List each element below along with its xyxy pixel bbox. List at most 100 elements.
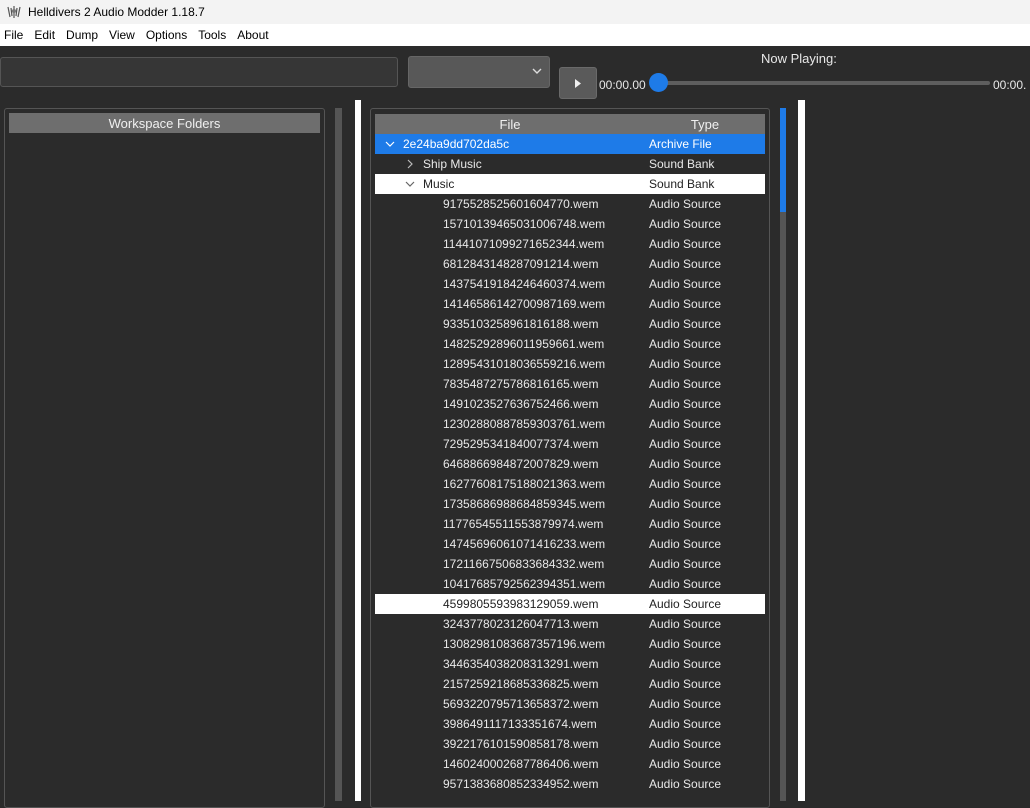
app-icon (7, 6, 21, 18)
tree-row[interactable]: 3243778023126047713.wem Audio Source (375, 614, 765, 634)
row-file-name: 11776545511553879974.wem (443, 517, 604, 531)
row-type: Audio Source (649, 437, 722, 451)
tree-row[interactable]: 17358686988684859345.wem Audio Source (375, 494, 765, 514)
tree-row[interactable]: 7835487275786816165.wem Audio Source (375, 374, 765, 394)
workspace-panel: Workspace Folders (4, 108, 325, 808)
splitter[interactable] (355, 100, 361, 801)
row-type: Audio Source (649, 297, 722, 311)
row-type: Sound Bank (649, 157, 715, 171)
tree-row[interactable]: 16277608175188021363.wem Audio Source (375, 474, 765, 494)
tree-row[interactable]: 11776545511553879974.wem Audio Source (375, 514, 765, 534)
row-file-name: 12895431018036559216.wem (443, 357, 606, 371)
row-type: Audio Source (649, 617, 722, 631)
tree-row[interactable]: 14745696061071416233.wem Audio Source (375, 534, 765, 554)
seek-slider-track[interactable] (658, 81, 990, 85)
row-type: Audio Source (649, 397, 722, 411)
tree-row[interactable]: 6812843148287091214.wem Audio Source (375, 254, 765, 274)
chevron-down-icon[interactable] (405, 179, 415, 189)
tree-row[interactable]: 1491023527636752466.wem Audio Source (375, 394, 765, 414)
row-type: Archive File (649, 137, 712, 151)
tree-row[interactable]: 3986491117133351674.wem Audio Source (375, 714, 765, 734)
right-splitter[interactable] (798, 100, 805, 801)
menu-options[interactable]: Options (142, 28, 194, 42)
play-button[interactable] (559, 67, 597, 99)
row-type: Audio Source (649, 637, 722, 651)
row-type: Audio Source (649, 657, 722, 671)
toolbar: Now Playing: 00:00.00 00:00. (0, 46, 1030, 100)
menu-file[interactable]: File (0, 28, 30, 42)
tree-row[interactable]: 17211667506833684332.wem Audio Source (375, 554, 765, 574)
tree-scrollbar-thumb[interactable] (780, 108, 786, 212)
row-file-name: 3922176101590858178.wem (443, 737, 599, 751)
row-file-name: 2e24ba9dd702da5c (403, 137, 510, 151)
row-type: Audio Source (649, 417, 722, 431)
row-type: Sound Bank (649, 177, 715, 191)
time-total: 00:00. (993, 78, 1027, 92)
row-type: Audio Source (649, 697, 722, 711)
search-input[interactable] (0, 57, 398, 87)
row-file-name: 5693220795713658372.wem (443, 697, 599, 711)
row-file-name: 16277608175188021363.wem (443, 477, 606, 491)
row-file-name: 1491023527636752466.wem (443, 397, 599, 411)
tree-row[interactable]: 13082981083687357196.wem Audio Source (375, 634, 765, 654)
chevron-down-icon[interactable] (385, 139, 395, 149)
row-type: Audio Source (649, 477, 722, 491)
column-type[interactable]: Type (645, 114, 765, 134)
menu-about[interactable]: About (233, 28, 275, 42)
chevron-right-icon[interactable] (405, 159, 415, 169)
row-file-name: 7835487275786816165.wem (443, 377, 599, 391)
row-type: Audio Source (649, 757, 722, 771)
row-file-name: 2157259218685336825.wem (443, 677, 599, 691)
row-type: Audio Source (649, 237, 722, 251)
tree-row[interactable]: 12895431018036559216.wem Audio Source (375, 354, 765, 374)
row-file-name: 13082981083687357196.wem (443, 637, 606, 651)
tree-row[interactable]: 3922176101590858178.wem Audio Source (375, 734, 765, 754)
row-type: Audio Source (649, 497, 722, 511)
tree-row[interactable]: Ship Music Sound Bank (375, 154, 765, 174)
tree-row[interactable]: 2157259218685336825.wem Audio Source (375, 674, 765, 694)
row-type: Audio Source (649, 717, 722, 731)
row-file-name: 17211667506833684332.wem (443, 557, 605, 571)
menu-dump[interactable]: Dump (62, 28, 105, 42)
tree-row[interactable]: 11441071099271652344.wem Audio Source (375, 234, 765, 254)
workspace-header: Workspace Folders (9, 113, 320, 133)
play-icon (575, 78, 581, 88)
seek-slider-thumb[interactable] (649, 73, 668, 92)
tree-row[interactable]: 2e24ba9dd702da5c Archive File (375, 134, 765, 154)
tree-row[interactable]: 14602400026877864​06.wem Audio Source (375, 754, 765, 774)
row-file-name: 11441071099271652344.wem (443, 237, 605, 251)
row-file-name: 10417685792562394351.wem (443, 577, 606, 591)
tree-row[interactable]: 14375419184246460374.wem Audio Source (375, 274, 765, 294)
row-file-name: 12302880887859303761.wem (443, 417, 606, 431)
tree-row[interactable]: 15710139465031006748.wem Audio Source (375, 214, 765, 234)
tree-row[interactable]: 10417685792562394351.wem Audio Source (375, 574, 765, 594)
row-type: Audio Source (649, 677, 722, 691)
tree-row[interactable]: Music Sound Bank (375, 174, 765, 194)
tree-row[interactable]: 14825292896011959661.wem Audio Source (375, 334, 765, 354)
archive-combo[interactable] (408, 56, 550, 88)
workspace-scrollbar[interactable] (335, 108, 342, 801)
menu-view[interactable]: View (105, 28, 142, 42)
column-file[interactable]: File (375, 114, 645, 134)
row-file-name: 14146586142700987169.wem (443, 297, 606, 311)
tree-row[interactable]: 9335103258961816188.wem Audio Source (375, 314, 765, 334)
row-type: Audio Source (649, 197, 722, 211)
row-file-name: 3986491117133351674.wem (443, 717, 597, 731)
row-file-name: 6468866984872007829.wem (443, 457, 599, 471)
tree-row[interactable]: 3446354038208313291.wem Audio Source (375, 654, 765, 674)
tree-row[interactable]: 7295295341840077374.wem Audio Source (375, 434, 765, 454)
tree-row[interactable]: 5693220795713658372.wem Audio Source (375, 694, 765, 714)
tree-row[interactable]: 4599805593983129059.wem Audio Source (375, 594, 765, 614)
row-file-name: 17358686988684859345.wem (443, 497, 606, 511)
menu-tools[interactable]: Tools (194, 28, 233, 42)
row-type: Audio Source (649, 597, 722, 611)
tree-row[interactable]: 12302880887859303761.wem Audio Source (375, 414, 765, 434)
tree-row[interactable]: 9571383680852334952.wem Audio Source (375, 774, 765, 794)
now-playing-label: Now Playing: (761, 51, 837, 66)
row-type: Audio Source (649, 737, 722, 751)
tree-row[interactable]: 14146586142700987169.wem Audio Source (375, 294, 765, 314)
row-type: Audio Source (649, 377, 722, 391)
menu-edit[interactable]: Edit (30, 28, 62, 42)
tree-row[interactable]: 6468866984872007829.wem Audio Source (375, 454, 765, 474)
tree-row[interactable]: 9175528525601604770.wem Audio Source (375, 194, 765, 214)
